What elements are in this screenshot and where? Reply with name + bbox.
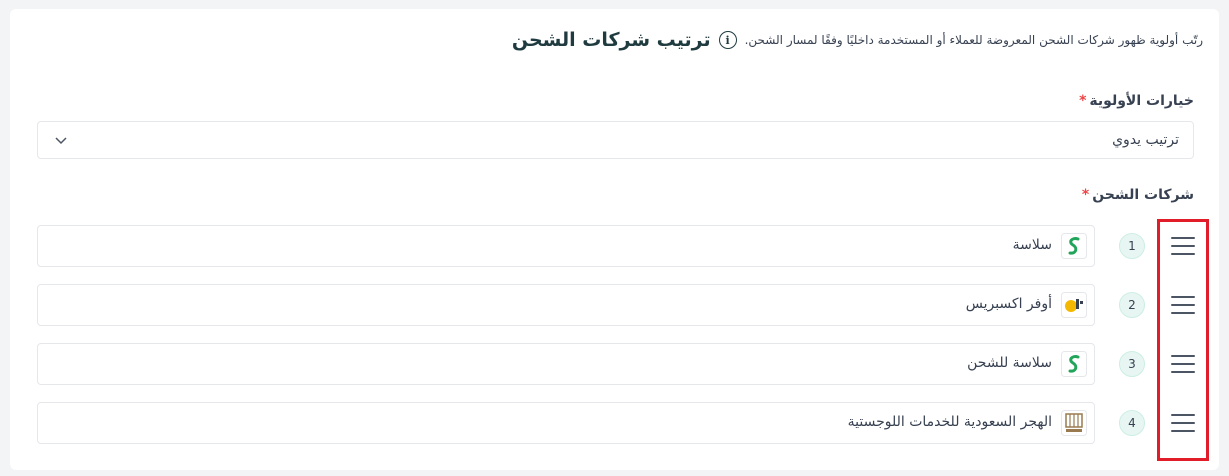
carrier-name: سلاسة للشحن [967, 355, 1052, 371]
smsa-logo-icon [1061, 233, 1087, 259]
carrier-index-badge: 1 [1119, 233, 1145, 259]
hajr-logo-icon [1061, 410, 1087, 436]
shipping-order-card: ترتيب شركات الشحن i رتّب أولوية ظهور شرك… [10, 9, 1219, 470]
carrier-index-badge: 4 [1119, 410, 1145, 436]
carrier-index-badge: 2 [1119, 292, 1145, 318]
section-header: ترتيب شركات الشحن i رتّب أولوية ظهور شرك… [512, 29, 1203, 51]
priority-label: خيارات الأولوية* [1079, 93, 1194, 109]
priority-select-value: ترتيب يدوي [1112, 132, 1179, 148]
priority-select[interactable]: ترتيب يدوي [37, 121, 1194, 159]
drag-handles-highlight [1157, 219, 1209, 461]
required-mark: * [1081, 187, 1090, 203]
smsa-logo-icon [1061, 351, 1087, 377]
required-mark: * [1079, 93, 1087, 109]
carrier-row[interactable]: الهجر السعودية للخدمات اللوجستية [37, 402, 1095, 444]
carriers-label: شركات الشحن* [1081, 187, 1194, 203]
page-subtitle: رتّب أولوية ظهور شركات الشحن المعروضة لل… [744, 33, 1203, 47]
carrier-row[interactable]: سلاسة [37, 225, 1095, 267]
carrier-row[interactable]: سلاسة للشحن [37, 343, 1095, 385]
carrier-name: أوفر اكسبريس [965, 296, 1052, 312]
ofr-logo-icon [1061, 292, 1087, 318]
info-icon[interactable]: i [718, 31, 737, 49]
carrier-row[interactable]: أوفر اكسبريس [37, 284, 1095, 326]
chevron-down-icon [55, 137, 67, 145]
carrier-index-badge: 3 [1119, 351, 1145, 377]
carrier-name: سلاسة [1012, 237, 1052, 253]
page-title: ترتيب شركات الشحن [511, 29, 711, 51]
carrier-name: الهجر السعودية للخدمات اللوجستية [847, 414, 1052, 430]
